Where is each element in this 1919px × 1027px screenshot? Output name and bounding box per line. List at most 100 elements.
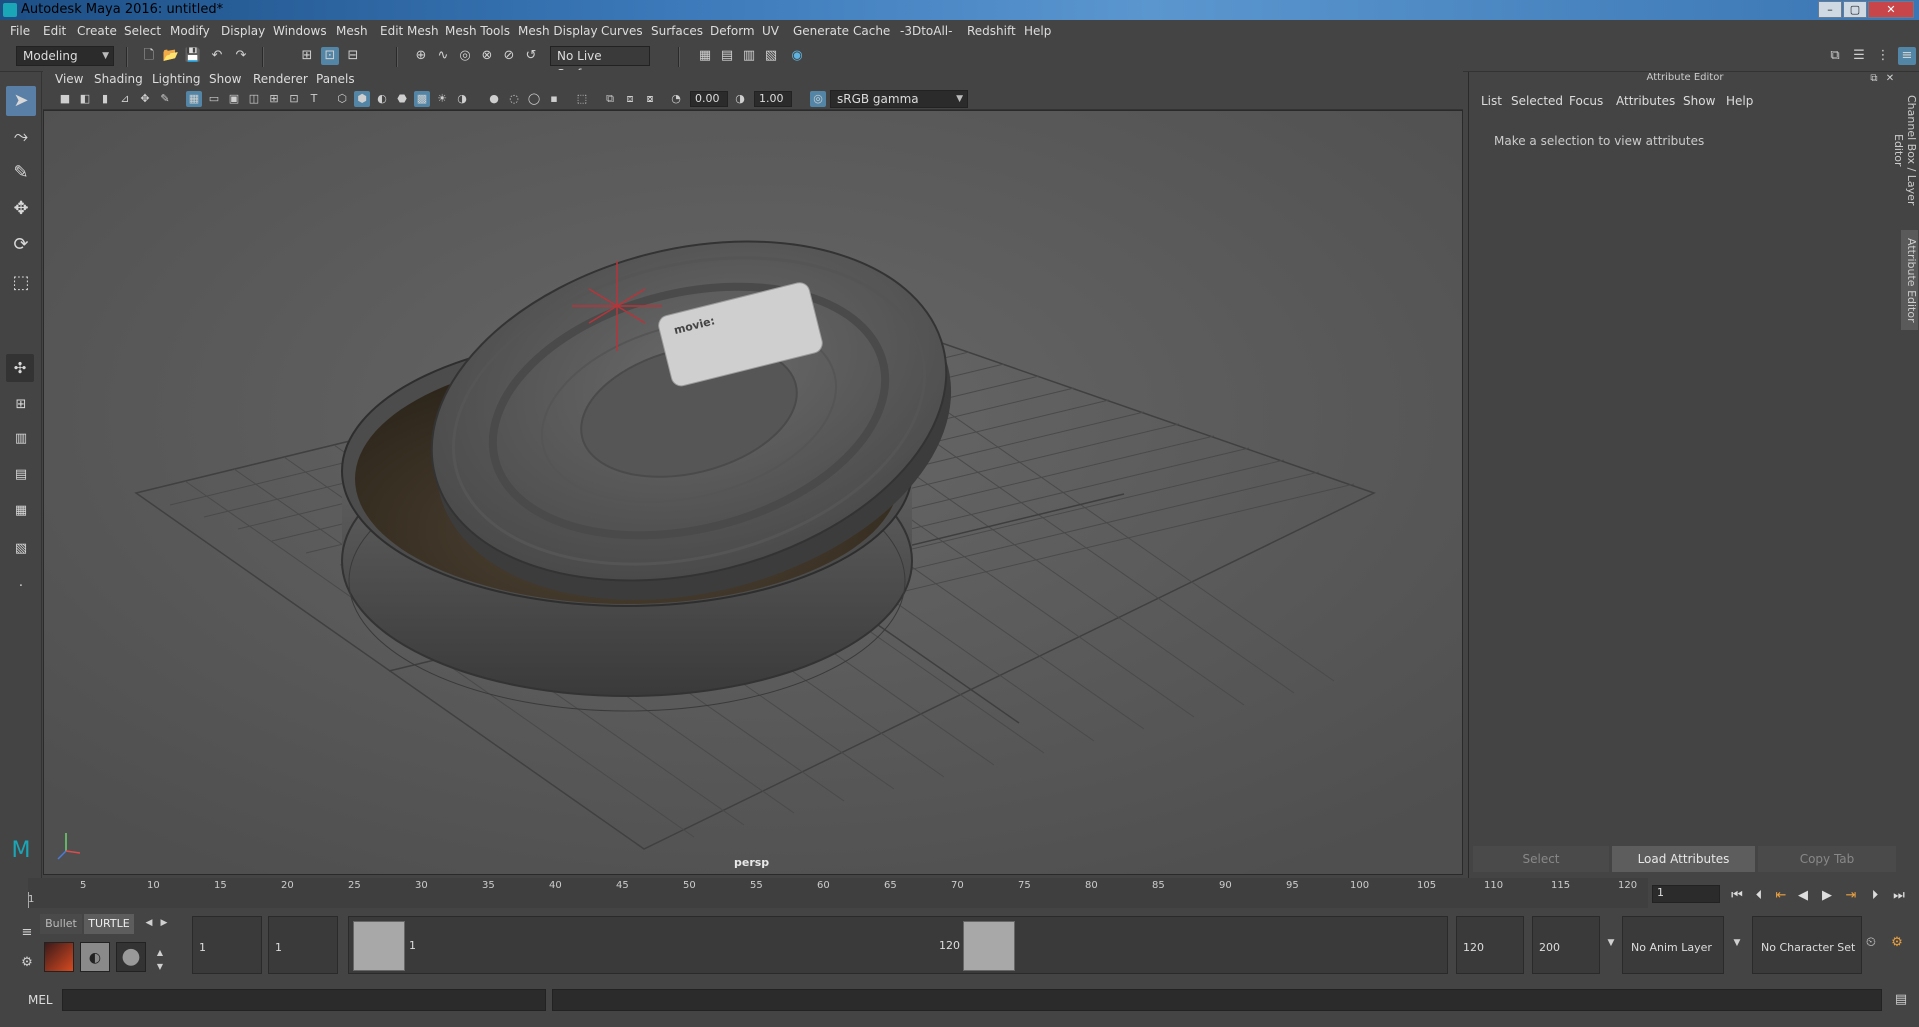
menu-deform[interactable]: Deform xyxy=(710,24,755,38)
persp-graph-layout-icon[interactable]: ▤ xyxy=(6,460,36,490)
step-back-frame-icon[interactable]: ⏴ xyxy=(1750,887,1768,905)
select-component-icon[interactable]: ⊟ xyxy=(344,47,362,65)
four-view-layout-icon[interactable]: ⊞ xyxy=(6,390,36,420)
ae-menu-attributes[interactable]: Attributes xyxy=(1616,94,1675,108)
exposure-icon[interactable]: ◔ xyxy=(668,91,684,107)
tool-settings-icon[interactable]: ⋮ xyxy=(1874,47,1892,65)
default-lighting-icon[interactable]: ◐ xyxy=(374,91,390,107)
ae-select-button[interactable]: Select xyxy=(1473,846,1609,872)
isolate-select-icon[interactable]: ⬚ xyxy=(574,91,590,107)
shelf-scroll-right-icon[interactable]: ▶ xyxy=(155,914,173,932)
panel-menu-shading[interactable]: Shading xyxy=(94,72,143,86)
shelf-tab-bullet[interactable]: Bullet xyxy=(40,914,82,934)
range-slider-track[interactable]: 1 120 xyxy=(348,916,1448,974)
panel-menu-view[interactable]: View xyxy=(55,72,83,86)
playback-end-field[interactable]: 120 xyxy=(1456,916,1524,974)
snap-live-icon[interactable]: ⊘ xyxy=(500,47,518,65)
safe-action-icon[interactable]: ⊡ xyxy=(286,91,302,107)
play-forwards-icon[interactable]: ▶ xyxy=(1818,887,1836,905)
menu-mesh-tools[interactable]: Mesh Tools xyxy=(445,24,510,38)
image-plane-icon[interactable]: ⊿ xyxy=(117,91,133,107)
smooth-shade-icon[interactable]: ⬢ xyxy=(354,91,370,107)
redo-icon[interactable]: ↷ xyxy=(232,47,250,65)
new-scene-icon[interactable]: 🗋 xyxy=(140,47,158,65)
panel-menu-show[interactable]: Show xyxy=(209,72,241,86)
xray-components-icon[interactable]: ⧇ xyxy=(642,91,658,107)
ae-menu-list[interactable]: List xyxy=(1481,94,1502,108)
undo-icon[interactable]: ↶ xyxy=(208,47,226,65)
go-to-start-icon[interactable]: ⏮ xyxy=(1728,887,1746,905)
xray-icon[interactable]: ⧉ xyxy=(602,91,618,107)
xray-joints-icon[interactable]: ⧈ xyxy=(622,91,638,107)
exposure-field[interactable]: 0.00 xyxy=(690,91,728,107)
menu-cache[interactable]: Cache xyxy=(853,24,890,38)
textured-icon[interactable]: ▩ xyxy=(414,91,430,107)
ae-menu-selected[interactable]: Selected xyxy=(1511,94,1563,108)
move-tool-icon[interactable]: ✥ xyxy=(6,194,36,224)
shelf-tab-turtle[interactable]: TURTLE xyxy=(84,914,134,934)
play-backwards-icon[interactable]: ◀ xyxy=(1794,887,1812,905)
snap-curve-icon[interactable]: ∿ xyxy=(434,47,452,65)
view-transform-dropdown[interactable]: sRGB gamma ▼ xyxy=(830,90,968,108)
auto-key-icon[interactable]: ⏲ xyxy=(1862,934,1880,952)
command-input[interactable] xyxy=(62,989,546,1011)
perspective-viewport[interactable]: movie: persp xyxy=(43,110,1463,875)
go-to-end-icon[interactable]: ⏭ xyxy=(1890,887,1908,905)
menu-uv[interactable]: UV xyxy=(762,24,779,38)
time-ruler[interactable]: 1 5 10 15 20 25 30 35 40 45 50 55 60 65 … xyxy=(28,878,1648,908)
hypershade-icon[interactable]: ◉ xyxy=(788,47,806,65)
shadows-icon[interactable]: ◑ xyxy=(454,91,470,107)
maximize-button[interactable]: ▢ xyxy=(1843,1,1867,18)
safe-title-icon[interactable]: T xyxy=(306,91,322,107)
menu-edit[interactable]: Edit xyxy=(43,24,66,38)
chevron-down-icon[interactable]: ▼ xyxy=(1602,934,1620,952)
wireframe-icon[interactable]: ⬡ xyxy=(334,91,350,107)
close-button[interactable]: ✕ xyxy=(1868,1,1914,18)
layout-options-icon[interactable]: · xyxy=(6,572,36,602)
range-slider-end-handle[interactable] xyxy=(963,921,1015,971)
motion-blur-icon[interactable]: ◌ xyxy=(506,91,522,107)
attribute-editor-toggle-icon[interactable]: ☰ xyxy=(1850,47,1868,65)
select-object-icon[interactable]: ⊡ xyxy=(321,47,339,65)
turtle-render-icon[interactable] xyxy=(44,942,74,972)
float-panel-icon[interactable]: ⧉ xyxy=(1867,70,1881,84)
scale-tool-icon[interactable]: ⬚ xyxy=(6,268,36,298)
anti-aliasing-icon[interactable]: ◯ xyxy=(526,91,542,107)
persp-outliner-layout-icon[interactable]: ▥ xyxy=(6,424,36,454)
character-set-field[interactable]: No Character Set xyxy=(1752,916,1862,974)
select-hierarchy-icon[interactable]: ⊞ xyxy=(298,47,316,65)
close-panel-icon[interactable]: ✕ xyxy=(1883,70,1897,84)
render-frame-icon[interactable]: ▤ xyxy=(718,47,736,65)
depth-of-field-icon[interactable]: ▪ xyxy=(546,91,562,107)
current-frame-field[interactable]: 1 xyxy=(1652,885,1720,903)
paint-select-tool-icon[interactable]: ✎ xyxy=(6,158,36,188)
animation-preferences-icon[interactable]: ⚙ xyxy=(1888,934,1906,952)
color-management-icon[interactable]: ◎ xyxy=(810,91,826,107)
select-tool-icon[interactable]: ➤ xyxy=(6,86,36,116)
render-view-icon[interactable]: ▧ xyxy=(762,47,780,65)
panel-menu-lighting[interactable]: Lighting xyxy=(152,72,201,86)
menu-surfaces[interactable]: Surfaces xyxy=(651,24,703,38)
menu-select[interactable]: Select xyxy=(124,24,161,38)
panel-menu-renderer[interactable]: Renderer xyxy=(253,72,308,86)
snap-grid-icon[interactable]: ⊕ xyxy=(412,47,430,65)
2d-pan-zoom-icon[interactable]: ✥ xyxy=(137,91,153,107)
hypershade-layout-icon[interactable]: ▧ xyxy=(6,534,36,564)
menu-mesh[interactable]: Mesh xyxy=(336,24,368,38)
menu-redshift[interactable]: Redshift xyxy=(967,24,1016,38)
menu-modify[interactable]: Modify xyxy=(170,24,210,38)
animation-start-field[interactable]: 1 xyxy=(192,916,262,974)
open-scene-icon[interactable]: 📂 xyxy=(162,47,180,65)
snap-magnet-icon[interactable]: ↺ xyxy=(522,47,540,65)
anim-layer-field[interactable]: No Anim Layer xyxy=(1622,916,1724,974)
command-language-label[interactable]: MEL xyxy=(28,993,53,1007)
menu-file[interactable]: File xyxy=(10,24,30,38)
menu-mesh-display[interactable]: Mesh Display xyxy=(518,24,598,38)
menu-edit-mesh[interactable]: Edit Mesh xyxy=(380,24,439,38)
minimize-button[interactable]: – xyxy=(1818,1,1842,18)
live-surface-field[interactable]: No Live Surface xyxy=(550,46,650,81)
menu-generate[interactable]: Generate xyxy=(793,24,849,38)
menu-windows[interactable]: Windows xyxy=(273,24,327,38)
ipr-render-icon[interactable]: ▥ xyxy=(740,47,758,65)
grease-pencil-icon[interactable]: ✎ xyxy=(157,91,173,107)
